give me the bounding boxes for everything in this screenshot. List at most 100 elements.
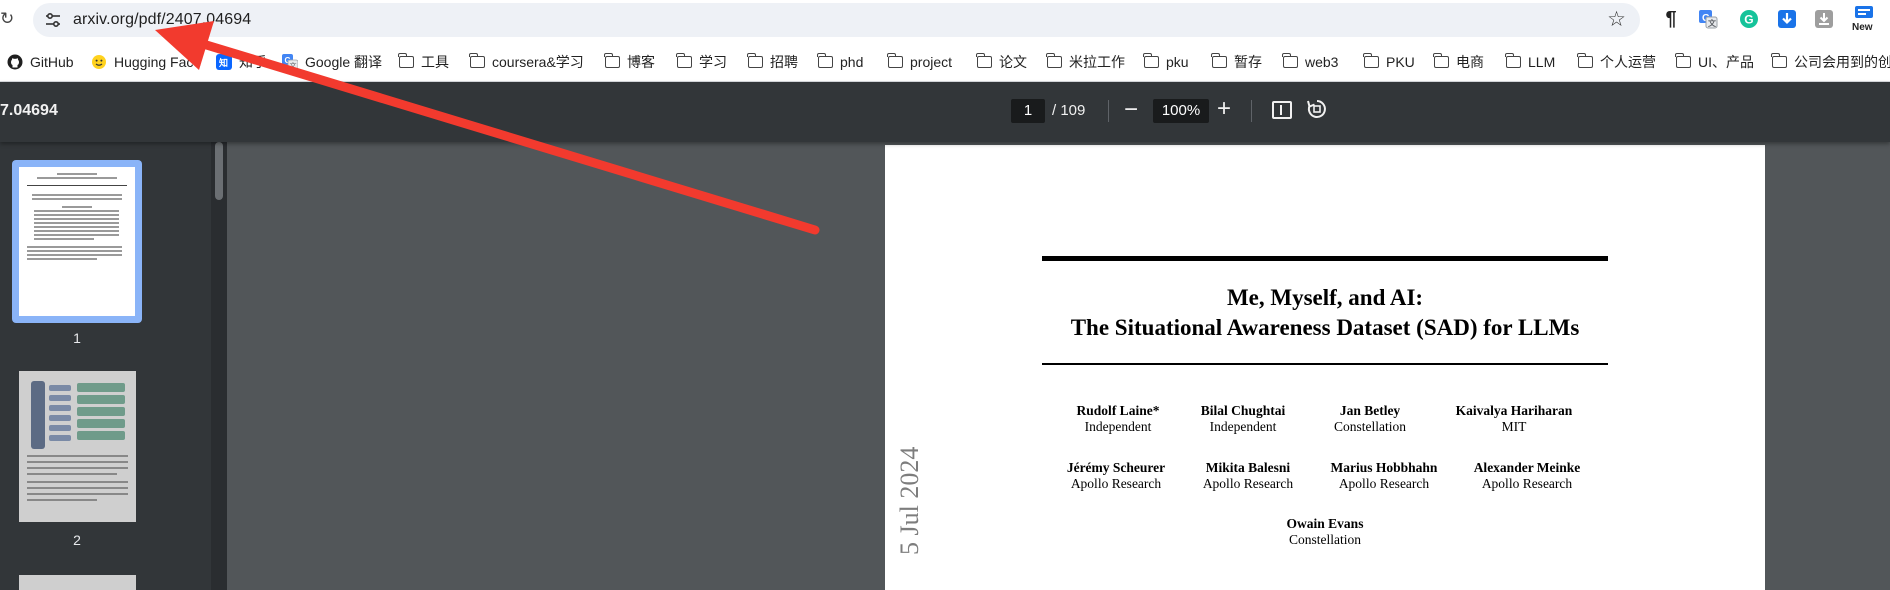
zoom-in-icon[interactable]: + [1217, 94, 1231, 124]
page-number-input[interactable]: 1 [1011, 99, 1045, 123]
author-name: Kaivalya Hariharan [1455, 403, 1573, 418]
bookmark-folder[interactable]: 暂存 [1211, 50, 1262, 74]
folder-icon [398, 53, 414, 68]
folder-icon [1577, 53, 1593, 68]
document-title: 7.04694 [0, 102, 58, 119]
bookmark-github[interactable]: GitHub [7, 50, 74, 74]
folder-icon [887, 53, 903, 68]
arxiv-date-stamp: 5 Jul 2024 [895, 446, 924, 555]
paper-title-line-1: Me, Myself, and AI: [1226, 285, 1424, 310]
thumbnail-label: 1 [73, 330, 81, 346]
star-icon[interactable]: ☆ [1607, 8, 1626, 32]
author-affiliation: Apollo Research [1070, 476, 1162, 491]
zoom-out-icon[interactable]: − [1124, 96, 1138, 124]
scrollbar-thumb[interactable] [215, 142, 223, 200]
bookmark-label: 暂存 [1234, 54, 1262, 70]
bookmark-label: 博客 [627, 54, 655, 70]
bookmark-folder[interactable]: 个人运营 [1577, 50, 1656, 74]
thumbnail-page-3[interactable] [19, 575, 136, 590]
bookmark-google-translate[interactable]: G文 Google 翻译 [282, 50, 382, 74]
folder-icon [1675, 53, 1691, 68]
author-name: Marius Hobbhahn [1330, 460, 1438, 475]
bookmark-folder[interactable]: phd [817, 50, 863, 74]
bookmark-folder[interactable]: 公司会用到的创 [1771, 50, 1890, 74]
bookmark-label: web3 [1305, 54, 1339, 70]
fit-page-icon[interactable] [1272, 101, 1292, 119]
paper-title-line-2: The Situational Awareness Dataset (SAD) … [1070, 315, 1580, 340]
svg-text:G: G [1744, 13, 1753, 27]
author-affiliation: Apollo Research [1338, 476, 1430, 491]
author-affiliation: Apollo Research [1202, 476, 1294, 491]
download-manager-icon[interactable] [1813, 8, 1835, 30]
tune-icon[interactable] [45, 12, 61, 28]
bookmark-label: pku [1166, 54, 1189, 70]
bookmark-label: 学习 [699, 54, 727, 70]
author-name: Mikita Balesni [1205, 460, 1291, 475]
author-block: Marius Hobbhahn Apollo Research [1309, 460, 1459, 492]
bookmark-folder[interactable]: project [887, 50, 952, 74]
folder-icon [1211, 53, 1227, 68]
folder-icon [1282, 53, 1298, 68]
author-name: Owain Evans [1286, 516, 1364, 531]
folder-icon [976, 53, 992, 68]
author-block: Kaivalya Hariharan MIT [1439, 403, 1589, 435]
github-icon [7, 54, 23, 70]
bookmark-label: 工具 [421, 54, 449, 70]
author-name: Alexander Meinke [1473, 460, 1581, 475]
address-bar[interactable]: arxiv.org/pdf/2407.04694 ☆ [33, 3, 1640, 37]
bookmark-folder[interactable]: pku [1143, 50, 1189, 74]
bookmark-label: PKU [1386, 54, 1415, 70]
thumbnail-page-2[interactable] [19, 371, 136, 522]
bookmark-label: 招聘 [770, 54, 798, 70]
folder-icon [1771, 53, 1787, 68]
toolbar-divider [1108, 100, 1109, 122]
folder-icon [817, 53, 833, 68]
bookmark-label: 个人运营 [1600, 54, 1656, 70]
folder-icon [604, 53, 620, 68]
author-block: Jérémy Scheurer Apollo Research [1041, 460, 1191, 492]
bookmark-folder[interactable]: 电商 [1433, 50, 1484, 74]
thumbnail-label: 2 [73, 532, 81, 548]
pdf-page: Me, Myself, and AI: The Situational Awar… [885, 145, 1765, 590]
folder-icon [1363, 53, 1379, 68]
bookmark-folder[interactable]: 工具 [398, 50, 449, 74]
bookmark-folder[interactable]: 论文 [976, 50, 1027, 74]
title-rule-bottom [1042, 363, 1608, 365]
bookmark-folder[interactable]: PKU [1363, 50, 1415, 74]
bookmark-folder[interactable]: 招聘 [747, 50, 798, 74]
hugging-face-icon [92, 55, 106, 69]
grammarly-icon[interactable]: G [1738, 8, 1760, 30]
bookmark-folder[interactable]: web3 [1282, 50, 1339, 74]
bookmark-folder[interactable]: 学习 [676, 50, 727, 74]
author-affiliation: Independent [1209, 419, 1277, 434]
zhihu-icon: 知 [216, 54, 232, 70]
bookmark-label: GitHub [30, 54, 74, 70]
url-text[interactable]: arxiv.org/pdf/2407.04694 [73, 11, 251, 29]
bookmark-label: Google 翻译 [305, 54, 383, 70]
sidebar-scrollbar[interactable] [211, 142, 227, 590]
bookmark-folder[interactable]: 米拉工作 [1046, 50, 1125, 74]
bookmark-folder[interactable]: LLM [1505, 50, 1555, 74]
bookmark-label: coursera&学习 [492, 54, 584, 70]
thumbnail-sidebar: 1 2 [0, 142, 211, 590]
download-icon[interactable] [1776, 8, 1798, 30]
reload-icon[interactable]: ↻ [0, 9, 16, 29]
thumbnail-page-1[interactable] [19, 167, 135, 316]
author-name: Jan Betley [1339, 403, 1401, 418]
bookmark-folder[interactable]: coursera&学习 [469, 50, 584, 74]
bookmark-folder[interactable]: UI、产品 [1675, 50, 1754, 74]
translate-icon[interactable]: G文 [1697, 8, 1719, 30]
zoom-level-input[interactable]: 100% [1153, 99, 1209, 123]
author-block: Owain Evans Constellation [1250, 516, 1400, 548]
bookmark-hugging-face[interactable]: Hugging Face [91, 50, 201, 74]
bookmark-folder[interactable]: 博客 [604, 50, 655, 74]
svg-text:文: 文 [290, 61, 297, 70]
folder-icon [747, 53, 763, 68]
folder-icon [1143, 53, 1159, 68]
author-block: Alexander Meinke Apollo Research [1452, 460, 1602, 492]
rotate-icon[interactable] [1305, 97, 1329, 121]
bookmark-zhihu[interactable]: 知 知乎 [216, 50, 267, 74]
new-badge-icon[interactable]: New [1850, 6, 1878, 32]
folder-icon [1433, 53, 1449, 68]
pilcrow-icon[interactable]: ¶ [1660, 8, 1682, 30]
